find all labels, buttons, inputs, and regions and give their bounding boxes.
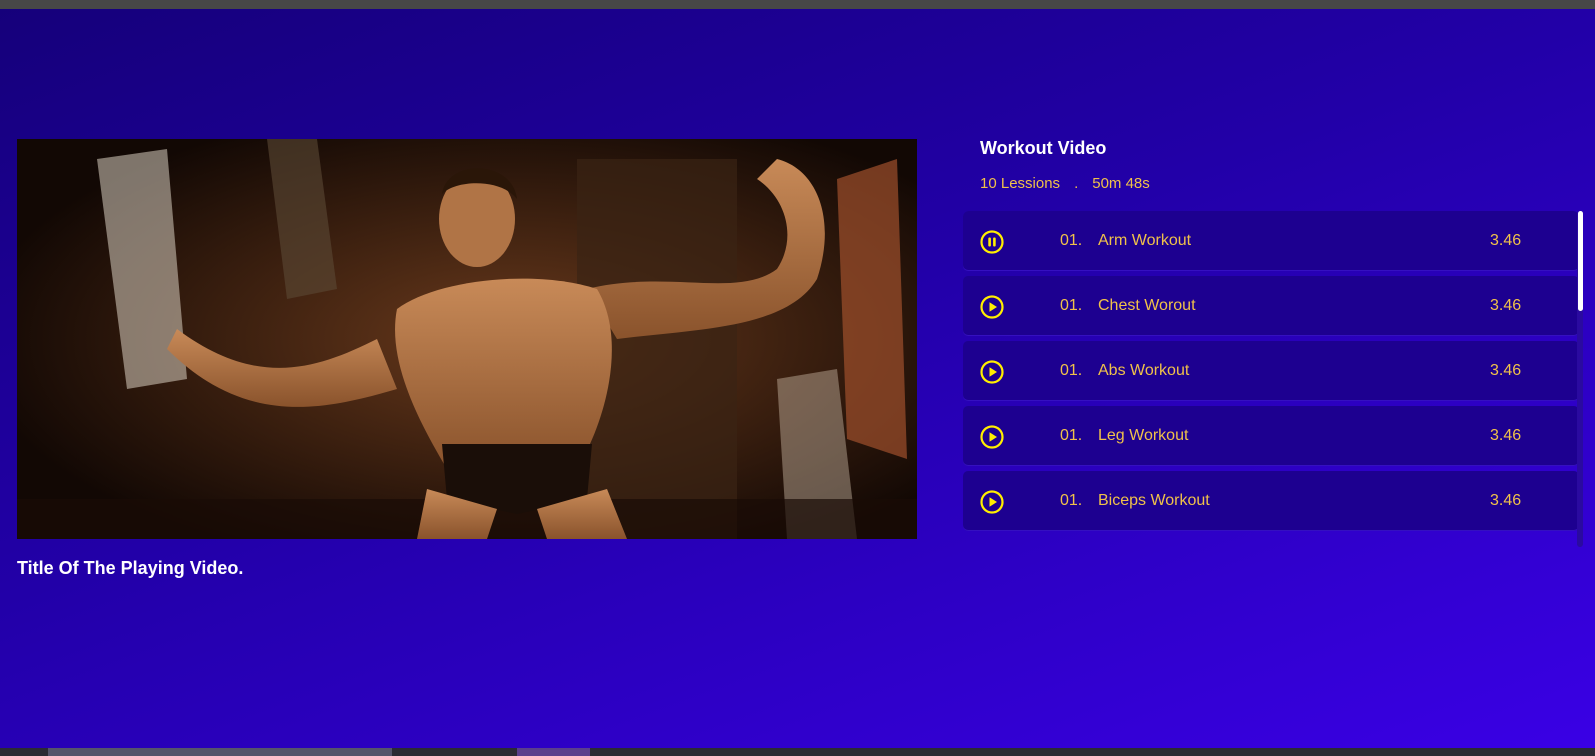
total-duration: 50m 48s (1092, 175, 1150, 192)
lesson-number: 01. (1060, 297, 1083, 314)
playlist-meta: 10 Lessions. 50m 48s (980, 175, 1150, 192)
lesson-row[interactable]: 01. Biceps Workout 3.46 (963, 471, 1579, 531)
lesson-duration: 3.46 (1490, 492, 1522, 509)
lesson-name: Arm Workout (1098, 232, 1192, 249)
lesson-number: 01. (1060, 492, 1083, 509)
lesson-row[interactable]: 01. Leg Workout 3.46 (963, 406, 1579, 466)
browser-top-bar (0, 0, 1595, 9)
video-frame-image (17, 139, 917, 539)
taskbar-app-button[interactable] (48, 748, 392, 756)
lessons-count: 10 Lessions (980, 175, 1061, 192)
scrollbar-thumb[interactable] (1578, 211, 1583, 311)
pause-circle-icon[interactable] (980, 230, 1004, 254)
lesson-list[interactable]: 01. Arm Workout 3.46 01. Chest Worout 3.… (963, 211, 1579, 547)
lesson-duration: 3.46 (1490, 427, 1522, 444)
lesson-duration: 3.46 (1490, 232, 1522, 249)
lesson-number: 01. (1060, 362, 1083, 379)
lesson-duration: 3.46 (1490, 297, 1522, 314)
lesson-number: 01. (1060, 232, 1083, 249)
play-circle-icon[interactable] (980, 425, 1004, 449)
lesson-duration: 3.46 (1490, 362, 1522, 379)
play-circle-icon[interactable] (980, 295, 1004, 319)
playing-video-title: Title Of The Playing Video. (17, 558, 244, 578)
lesson-name: Leg Workout (1098, 427, 1189, 444)
lesson-name: Abs Workout (1098, 362, 1190, 379)
play-circle-icon[interactable] (980, 490, 1004, 514)
lesson-name: Biceps Workout (1098, 492, 1210, 509)
lesson-row[interactable]: 01. Chest Worout 3.46 (963, 276, 1579, 336)
lesson-row[interactable]: 01. Abs Workout 3.46 (963, 341, 1579, 401)
playlist-title: Workout Video (980, 138, 1107, 158)
lesson-name: Chest Worout (1098, 297, 1196, 314)
lesson-row[interactable]: 01. Arm Workout 3.46 (963, 211, 1579, 271)
playlist-header: Workout Video 10 Lessions. 50m 48s (980, 138, 1150, 192)
lesson-number: 01. (1060, 427, 1083, 444)
meta-separator: . (1074, 175, 1079, 192)
play-circle-icon[interactable] (980, 360, 1004, 384)
taskbar-app-button[interactable] (517, 748, 590, 756)
video-player[interactable] (17, 139, 917, 539)
